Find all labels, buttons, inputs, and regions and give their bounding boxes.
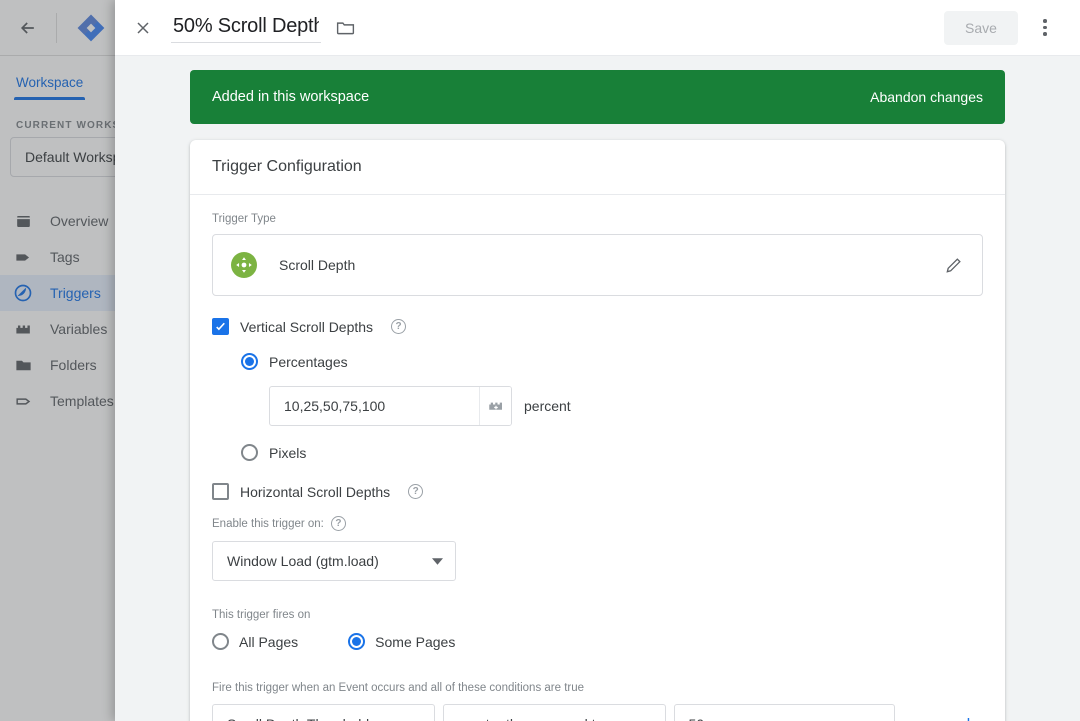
trigger-name-input[interactable]: [171, 12, 321, 43]
trigger-edit-modal: Save Added in this workspace Abandon cha…: [115, 0, 1080, 721]
enable-on-value: Window Load (gtm.load): [227, 553, 379, 569]
save-button[interactable]: Save: [944, 10, 1018, 45]
add-condition-button[interactable]: +: [954, 709, 983, 721]
horizontal-scroll-checkbox[interactable]: [212, 483, 229, 500]
help-icon[interactable]: ?: [408, 484, 424, 499]
close-icon[interactable]: [115, 0, 171, 56]
more-vert-icon[interactable]: [1024, 4, 1066, 52]
help-icon[interactable]: ?: [391, 319, 407, 334]
pencil-icon[interactable]: [944, 255, 964, 275]
horizontal-scroll-depths-row[interactable]: Horizontal Scroll Depths ?: [212, 483, 983, 500]
percent-unit-label: percent: [524, 398, 571, 414]
trigger-configuration-card: Trigger Configuration Trigger Type Scrol…: [190, 140, 1005, 721]
percentages-field[interactable]: [269, 386, 512, 426]
conditions-label: Fire this trigger when an Event occurs a…: [212, 682, 585, 694]
condition-row: Scroll Depth Threshold greater than or e…: [212, 704, 983, 721]
fires-on-options: All Pages Some Pages: [212, 633, 983, 650]
enable-on-label-row: Enable this trigger on: ?: [212, 516, 983, 531]
condition-variable-value: Scroll Depth Threshold: [227, 716, 369, 721]
condition-value-field[interactable]: [673, 704, 896, 721]
trigger-type-label: Trigger Type: [212, 213, 276, 225]
all-pages-label: All Pages: [239, 633, 299, 650]
remove-condition-button[interactable]: −: [917, 709, 946, 721]
workspace-banner: Added in this workspace Abandon changes: [190, 70, 1005, 124]
percentages-field-row: percent: [269, 386, 983, 426]
pixels-option-row[interactable]: Pixels: [241, 444, 983, 461]
percentages-radio[interactable]: [241, 353, 258, 370]
pixels-label: Pixels: [269, 444, 307, 461]
scroll-depth-icon: [231, 252, 257, 278]
percentages-label: Percentages: [269, 353, 348, 370]
chevron-down-icon: [432, 556, 443, 567]
vertical-scroll-checkbox[interactable]: [212, 318, 229, 335]
trigger-type-box[interactable]: Scroll Depth: [212, 234, 983, 296]
percentages-option-row[interactable]: Percentages: [241, 353, 983, 370]
all-pages-radio[interactable]: [212, 633, 229, 650]
condition-operator-value: greater than or equal to: [458, 716, 604, 721]
help-icon[interactable]: ?: [330, 516, 346, 531]
card-body: Trigger Type Scroll Depth Vertical Scrol…: [190, 195, 1005, 721]
variable-picker-icon[interactable]: [479, 387, 511, 425]
condition-value-input[interactable]: [674, 716, 895, 721]
some-pages-label: Some Pages: [375, 633, 456, 650]
vertical-scroll-depths-row[interactable]: Vertical Scroll Depths ?: [212, 318, 983, 335]
abandon-changes-link[interactable]: Abandon changes: [870, 89, 983, 105]
pixels-radio[interactable]: [241, 444, 258, 461]
enable-on-label: Enable this trigger on:: [212, 517, 324, 530]
title-area: [171, 12, 356, 43]
condition-operator-select[interactable]: greater than or equal to: [442, 704, 666, 721]
trigger-type-name: Scroll Depth: [279, 257, 356, 273]
modal-header: Save: [115, 0, 1080, 56]
card-title: Trigger Configuration: [190, 140, 1005, 195]
horizontal-scroll-label: Horizontal Scroll Depths: [240, 483, 391, 500]
folder-icon[interactable]: [335, 17, 356, 38]
condition-variable-select[interactable]: Scroll Depth Threshold: [212, 704, 435, 721]
enable-on-select[interactable]: Window Load (gtm.load): [212, 541, 456, 581]
percentages-input[interactable]: [270, 398, 479, 414]
banner-message: Added in this workspace: [212, 89, 370, 105]
fires-on-label: This trigger fires on: [212, 609, 311, 621]
modal-body: Added in this workspace Abandon changes …: [115, 56, 1080, 721]
vertical-scroll-label: Vertical Scroll Depths: [240, 318, 374, 335]
some-pages-radio[interactable]: [348, 633, 366, 650]
